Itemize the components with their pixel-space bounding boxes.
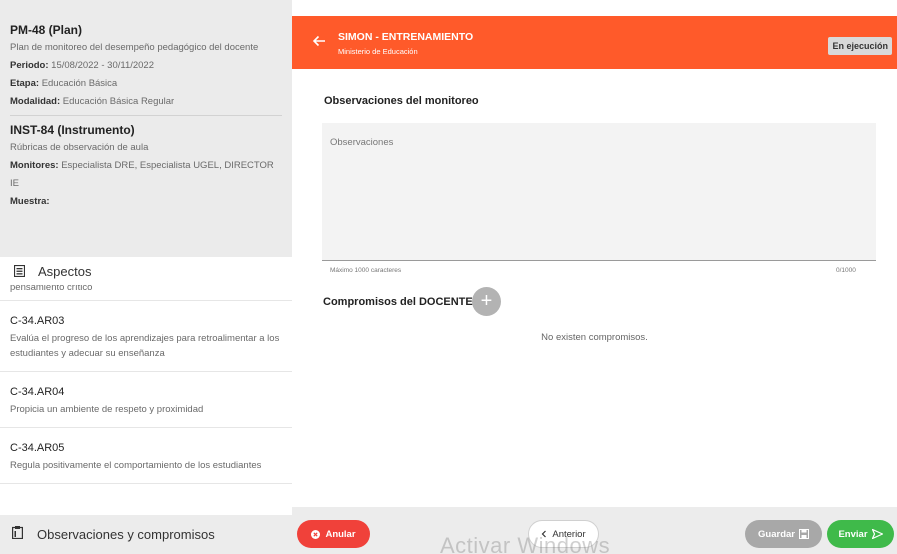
main-panel: SIMON - ENTRENAMIENTO Ministerio de Educ… [292,0,897,554]
aspects-header-label: Aspectos [38,263,92,279]
plan-code: PM-48 (Plan) [10,23,83,37]
arrow-left-icon[interactable] [312,34,326,48]
send-icon [871,529,883,539]
aspect-desc: Propicia un ambiente de respeto y proxim… [10,404,204,415]
modalidad-value: Educación Básica Regular [62,96,175,107]
list-item-partial[interactable]: pensamiento crítico [0,285,292,301]
top-strip [292,0,897,16]
instrument-name: Rúbricas de observación de aula [10,142,149,153]
plus-icon: + [480,290,493,312]
save-icon [798,529,809,539]
instrument-code: INST-84 (Instrumento) [10,123,135,137]
monitores-label: Monitores: [10,160,59,171]
list-item[interactable]: C-34.AR04 Propicia un ambiente de respet… [0,372,292,428]
observations-counter: 0/1000 [836,267,856,274]
aspect-desc: Regula positivamente el comportamiento d… [10,460,262,471]
observaciones-nav-item[interactable]: Observaciones y compromisos [0,515,292,554]
instrument-muestra: Muestra: [10,193,282,211]
modalidad-label: Modalidad: [10,96,61,107]
app-root: PM-48 (Plan) Plan de monitoreo del desem… [0,0,897,554]
plan-name: Plan de monitoreo del desempeño pedagógi… [10,42,259,53]
app-subtitle: Ministerio de Educación [338,47,418,56]
plan-info-box: PM-48 (Plan) Plan de monitoreo del desem… [0,0,292,257]
divider [10,115,282,116]
enviar-label: Enviar [838,528,868,540]
observations-textarea[interactable] [322,123,876,261]
aspects-list[interactable]: pensamiento crítico C-34.AR03 Evalúa el … [0,285,292,507]
aspect-code: C-34.AR04 [10,386,65,398]
etapa-label: Etapa: [10,78,40,89]
clipboard-icon [12,525,24,544]
instrument-monitores: Monitores: Especialista DRE, Especialist… [10,157,282,193]
anular-button[interactable]: Anular [297,520,370,548]
observaciones-nav-label: Observaciones y compromisos [37,527,215,542]
muestra-label: Muestra: [10,196,50,207]
observations-title: Observaciones del monitoreo [324,95,479,107]
periodo-value: 15/08/2022 - 30/11/2022 [51,60,155,71]
plan-periodo: Periodo: 15/08/2022 - 30/11/2022 [10,57,282,75]
list-icon [12,264,26,278]
plan-modalidad: Modalidad: Educación Básica Regular [10,93,282,111]
etapa-value: Educación Básica [41,78,118,89]
observations-hint: Máximo 1000 caracteres [330,267,402,274]
app-header: SIMON - ENTRENAMIENTO Ministerio de Educ… [292,16,897,69]
plan-etapa: Etapa: Educación Básica [10,75,282,93]
aspect-code: C-34.AR05 [10,442,65,454]
aspects-header[interactable]: Aspectos [0,257,292,285]
commitments-empty-text: No existen compromisos. [541,332,648,343]
periodo-label: Periodo: [10,60,49,71]
list-item[interactable]: C-34.AR05 Regula positivamente el compor… [0,428,292,484]
aspect-code: C-34.AR03 [10,315,65,327]
enviar-button[interactable]: Enviar [827,520,894,548]
windows-activation-watermark: Activar Windows [440,533,611,554]
left-panel: PM-48 (Plan) Plan de monitoreo del desem… [0,0,292,554]
app-title: SIMON - ENTRENAMIENTO [338,31,474,43]
list-item[interactable]: C-34.AR03 Evalúa el progreso de los apre… [0,301,292,372]
guardar-button[interactable]: Guardar [745,520,822,548]
add-commitment-button[interactable]: + [472,287,501,316]
anular-label: Anular [325,528,356,540]
cancel-circle-icon [311,529,321,539]
status-badge: En ejecución [828,37,892,55]
guardar-label: Guardar [758,528,795,540]
commitments-title: Compromisos del DOCENTE [323,296,473,308]
aspect-desc: Evalúa el progreso de los aprendizajes p… [10,333,280,359]
